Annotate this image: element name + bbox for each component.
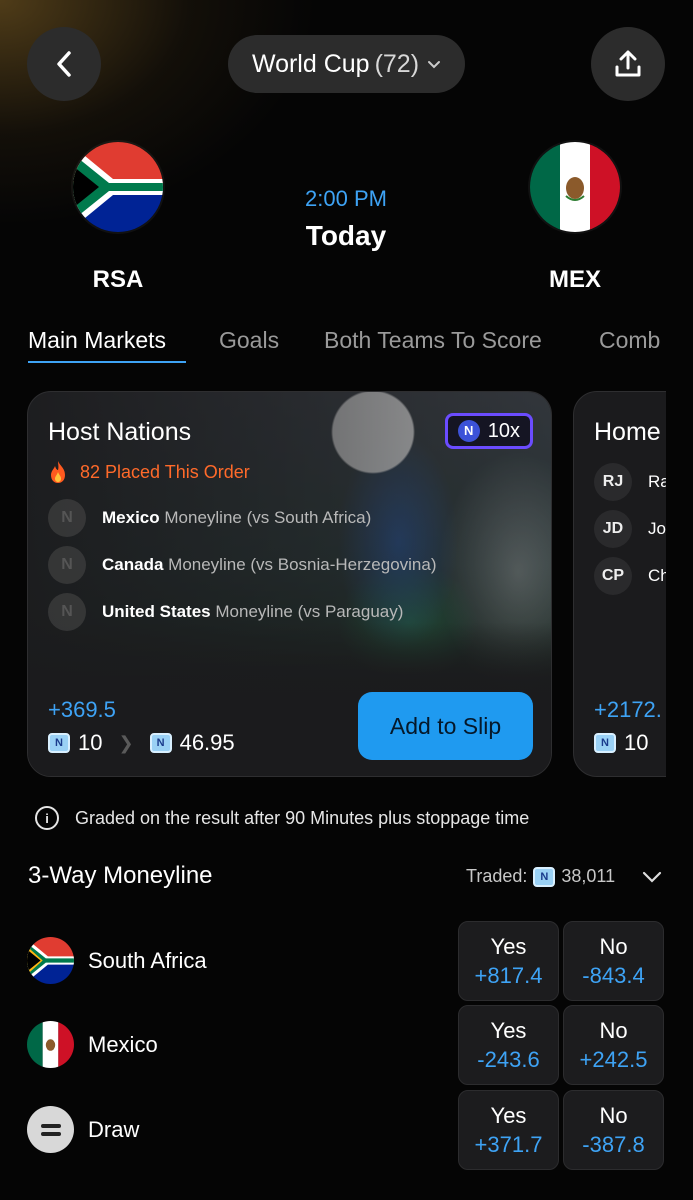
card-title: Home <box>594 418 661 446</box>
coin-icon: N <box>48 733 70 753</box>
share-button[interactable] <box>591 27 665 101</box>
leg-item: RJ Ra <box>594 463 670 501</box>
combo-card-host-nations[interactable]: Host Nations N 10x 82 Placed This Order … <box>27 391 552 777</box>
competition-count: (72) <box>374 49 420 78</box>
info-icon: i <box>35 806 59 830</box>
mex-flag <box>530 142 620 232</box>
player-avatar: JD <box>594 510 632 548</box>
grading-info: i Graded on the result after 90 Minutes … <box>35 806 529 830</box>
coin-icon: N <box>457 420 480 442</box>
combo-odds: +369.5 <box>48 697 116 722</box>
coin-icon: N <box>594 733 616 753</box>
chevron-down-icon <box>428 61 441 69</box>
tab-main-markets[interactable]: Main Markets <box>28 327 166 354</box>
player-avatar: RJ <box>594 463 632 501</box>
outcome-label: South Africa <box>88 948 207 973</box>
back-chevron-icon <box>57 51 71 77</box>
multiplier-badge: N 10x <box>444 413 533 449</box>
home-team-code: RSA <box>92 266 144 293</box>
leg-item: N United States Moneyline (vs Paraguay) <box>48 593 403 631</box>
yes-odds-button[interactable]: Yes +817.4 <box>458 921 559 1001</box>
leg-item: N Canada Moneyline (vs Bosnia-Herzegovin… <box>48 546 437 584</box>
team-logo-icon: N <box>48 546 86 584</box>
stake-value: 10 <box>78 730 103 755</box>
no-odds-button[interactable]: No -387.8 <box>563 1090 664 1170</box>
match-day: Today <box>305 220 387 251</box>
tab-goals[interactable]: Goals <box>219 327 279 354</box>
yes-odds-button[interactable]: Yes +371.7 <box>458 1090 559 1170</box>
leg-item: N Mexico Moneyline (vs South Africa) <box>48 499 371 537</box>
back-button[interactable] <box>27 27 101 101</box>
tab-combos[interactable]: Comb <box>599 327 660 354</box>
traded-volume[interactable]: Traded: N 38,011 <box>466 866 663 887</box>
outcome-label: Mexico <box>88 1032 158 1057</box>
away-team-code: MEX <box>548 266 601 293</box>
payout-value: 46.95 <box>179 730 235 755</box>
outcome-label: Draw <box>88 1117 140 1142</box>
add-to-slip-button[interactable]: Add to Slip <box>358 692 533 760</box>
market-tabs: Main Markets Goals Both Teams To Score C… <box>28 322 666 364</box>
rsa-flag <box>73 142 163 232</box>
fire-icon <box>51 461 65 483</box>
coin-icon: N <box>533 866 556 887</box>
no-odds-button[interactable]: No -843.4 <box>563 921 664 1001</box>
leg-item: JD Jo <box>594 510 666 548</box>
south-africa-flag <box>27 937 74 984</box>
competition-selector[interactable]: World Cup (72) <box>228 35 465 93</box>
chevron-down-icon[interactable] <box>641 870 663 884</box>
tab-both-teams-to-score[interactable]: Both Teams To Score <box>324 327 542 354</box>
active-tab-indicator <box>28 361 186 363</box>
coin-icon: N <box>149 733 172 753</box>
player-avatar: CP <box>594 557 632 595</box>
match-time: 2:00 PM <box>305 186 387 211</box>
team-logo-icon: N <box>48 499 86 537</box>
leg-item: CP Ch <box>594 557 670 595</box>
card-title: Host Nations <box>48 418 192 446</box>
section-title: 3-Way Moneyline <box>28 862 213 889</box>
mexico-flag <box>27 1021 74 1068</box>
yes-odds-button[interactable]: Yes -243.6 <box>458 1005 559 1085</box>
competition-name: World Cup <box>251 49 370 78</box>
multiplier-value: 10x <box>487 419 520 442</box>
team-logo-icon: N <box>48 593 86 631</box>
share-icon <box>615 50 641 77</box>
stake-payout: N 10 ❯ N 46.95 <box>48 730 235 756</box>
placed-count: 82 Placed This Order <box>48 460 250 484</box>
no-odds-button[interactable]: No +242.5 <box>563 1005 664 1085</box>
chevron-right-icon: ❯ <box>118 732 134 753</box>
combo-odds: +2172. <box>594 697 662 722</box>
draw-icon <box>27 1106 74 1153</box>
